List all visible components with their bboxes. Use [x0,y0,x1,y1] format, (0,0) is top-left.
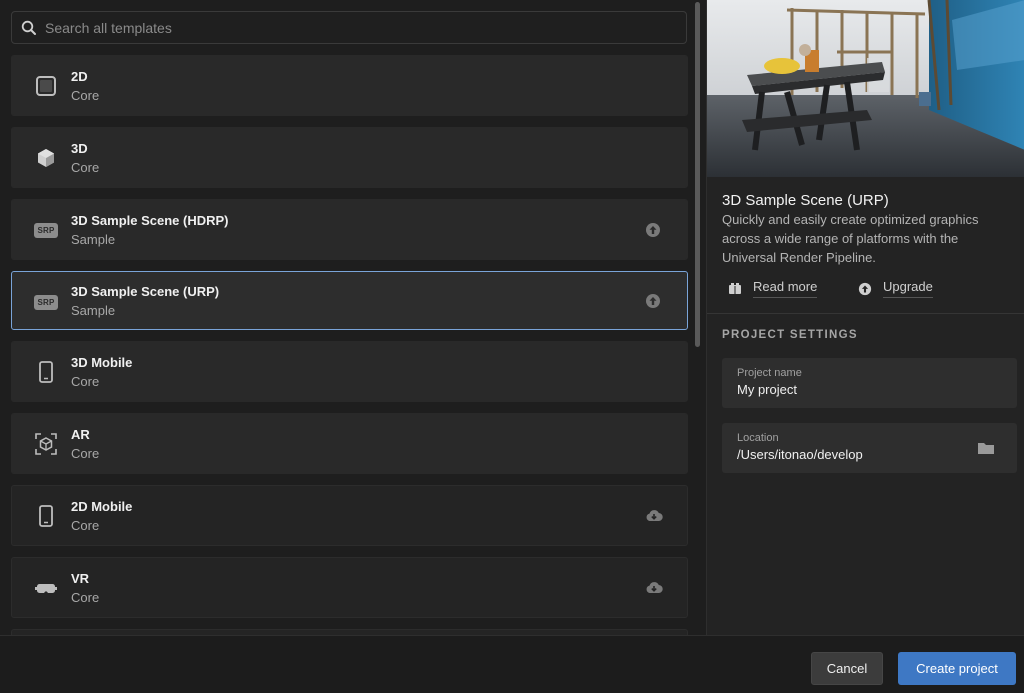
read-more-link[interactable]: Read more [728,279,818,298]
template-item-urp[interactable]: SRP 3D Sample Scene (URP) Sample [11,271,688,330]
details-title: 3D Sample Scene (URP) [722,192,889,209]
cancel-button[interactable]: Cancel [811,652,883,685]
template-title: 2D [71,69,88,84]
folder-icon[interactable] [977,440,995,456]
cloud-download-icon[interactable] [645,508,663,524]
template-list: 2D Core 3D Core SRP 3D Sample Scene (HDR… [11,55,688,635]
upgrade-arrow-icon[interactable] [645,222,661,238]
template-item-hdrp[interactable]: SRP 3D Sample Scene (HDRP) Sample [11,199,688,260]
location-input[interactable] [737,447,967,462]
ar-cube-icon [34,432,58,456]
project-name-input[interactable] [737,382,967,397]
template-category: Core [71,88,100,103]
template-title: AR [71,427,90,442]
create-project-button[interactable]: Create project [898,652,1016,685]
project-name-label: Project name [737,367,802,379]
template-title: 3D Mobile [71,355,133,370]
template-title: VR [71,571,90,586]
template-category: Sample [71,232,116,247]
scrollbar[interactable] [695,2,700,347]
details-panel: 3D Sample Scene (URP) Quickly and easily… [706,0,1024,635]
search-bar[interactable] [11,11,687,44]
srp-icon: SRP [34,290,58,314]
template-title: 3D Sample Scene (URP) [71,284,220,299]
square-icon [34,74,58,98]
template-preview-image [707,0,1024,177]
template-item-3d-mobile[interactable]: 3D Mobile Core [11,341,688,402]
project-settings-heading: PROJECT SETTINGS [722,329,858,341]
search-icon [21,20,37,36]
templates-panel: 2D Core 3D Core SRP 3D Sample Scene (HDR… [0,0,706,635]
template-category: Sample [71,303,116,318]
search-input[interactable] [45,19,645,36]
location-label: Location [737,432,779,444]
location-field[interactable]: Location [722,423,1017,473]
template-item-ar[interactable]: AR Core [11,413,688,474]
project-name-field[interactable]: Project name [722,358,1017,408]
read-more-label: Read more [753,279,818,298]
upgrade-arrow-icon[interactable] [645,293,661,309]
phone-icon [34,504,58,528]
details-description: Quickly and easily create optimized grap… [722,212,979,265]
template-category: Core [71,374,100,389]
srp-icon: SRP [34,218,58,242]
template-title: 3D Sample Scene (HDRP) [71,213,229,228]
template-category: Core [71,160,100,175]
template-item-vr[interactable]: VR Core [11,557,688,618]
template-category: Core [71,518,100,533]
book-icon [728,282,742,296]
template-title: 3D [71,141,88,156]
template-title: 2D Mobile [71,499,133,514]
srp-badge: SRP [34,222,58,238]
template-category: Core [71,590,100,605]
upgrade-link[interactable]: Upgrade [858,279,933,298]
footer-bar: Cancel Create project [0,635,1024,693]
vr-headset-icon [34,576,58,600]
cube-icon [34,146,58,170]
srp-badge: SRP [34,294,58,310]
upgrade-arrow-icon [858,282,872,296]
divider [707,313,1024,314]
template-item-3d[interactable]: 3D Core [11,127,688,188]
template-item-2d[interactable]: 2D Core [11,55,688,116]
phone-icon [34,360,58,384]
cloud-download-icon[interactable] [645,580,663,596]
upgrade-label: Upgrade [883,279,933,298]
template-item-2d-mobile[interactable]: 2D Mobile Core [11,485,688,546]
template-category: Core [71,446,100,461]
